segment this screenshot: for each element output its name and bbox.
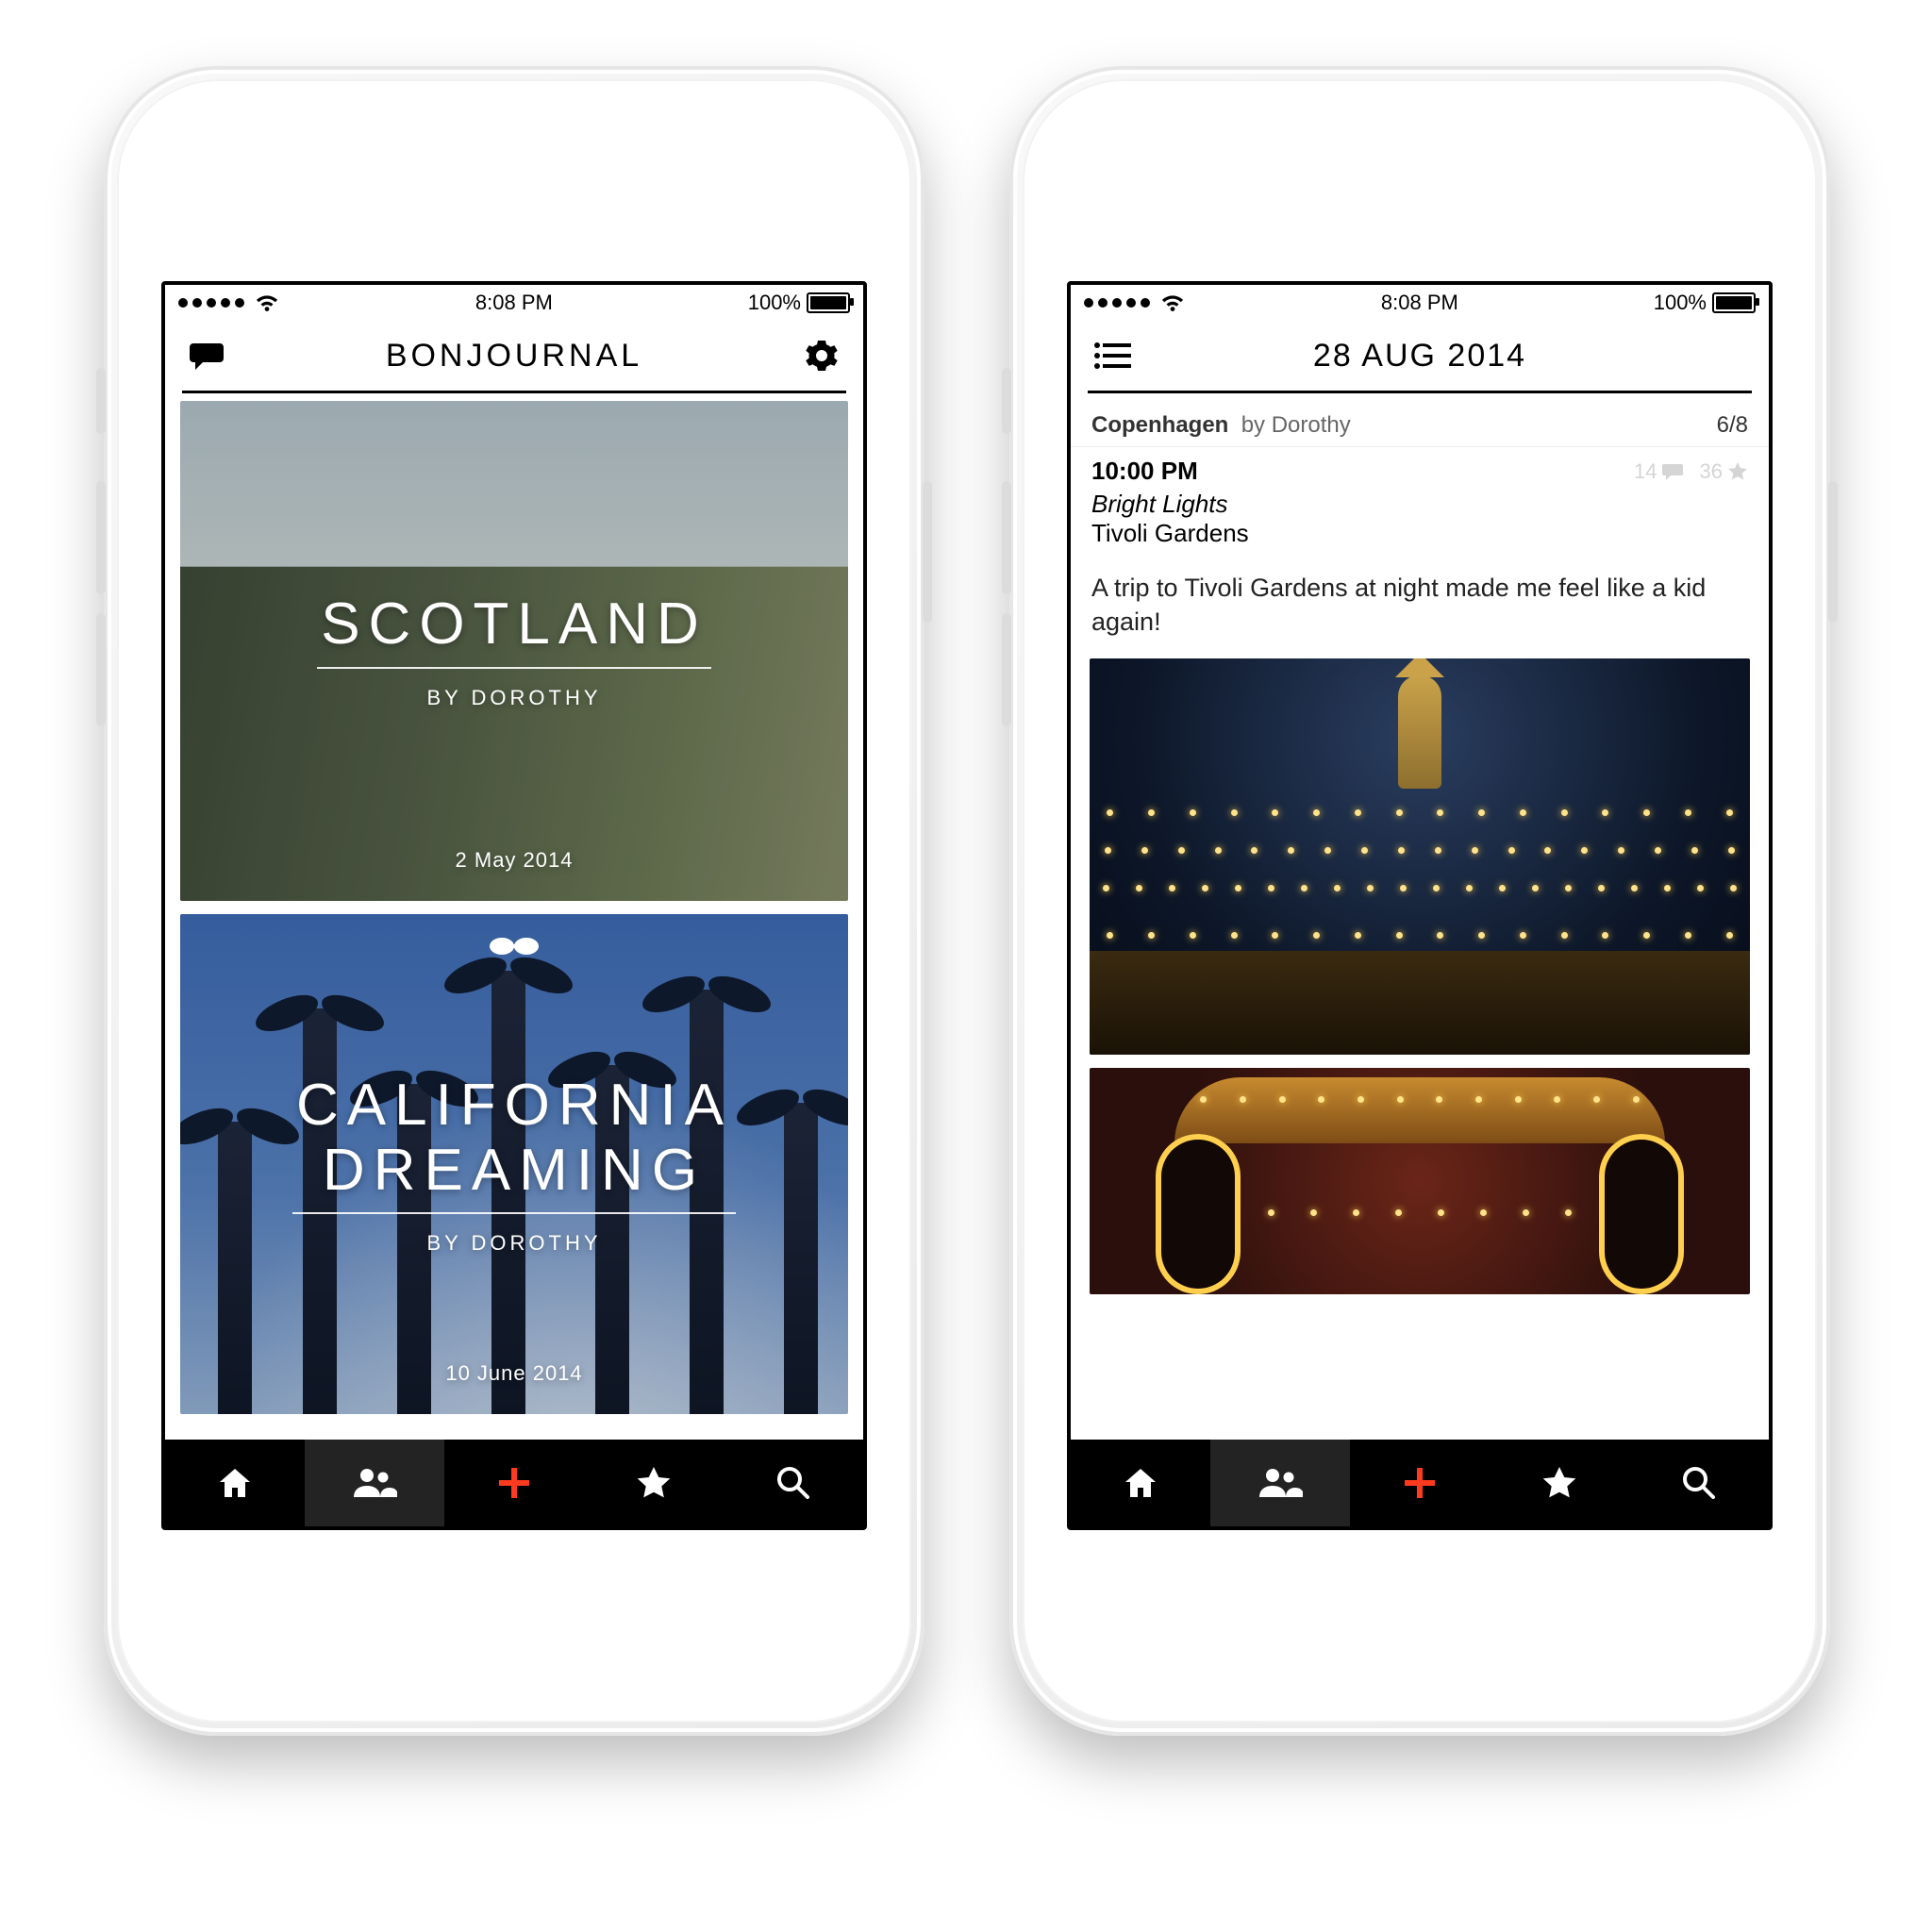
tab-home[interactable] (1071, 1440, 1210, 1526)
chat-icon[interactable] (186, 335, 227, 376)
screen-detail: 8:08 PM 100% 28 AUG 2014 (1067, 281, 1773, 1530)
detail-location: Copenhagen (1091, 412, 1228, 438)
battery-icon (1712, 292, 1756, 313)
tab-search[interactable] (1629, 1440, 1769, 1526)
device-camera (502, 149, 526, 174)
tab-people[interactable] (1210, 1440, 1350, 1526)
by-prefix: by (1241, 412, 1265, 438)
device-camera (1407, 149, 1432, 174)
entry-place: Tivoli Gardens (1091, 519, 1748, 548)
detail-author: Dorothy (1272, 412, 1351, 438)
device-speaker (443, 217, 585, 230)
device-speaker (1349, 217, 1491, 230)
tab-star[interactable] (584, 1440, 724, 1526)
journal-card[interactable]: SCOTLAND BY DOROTHY 2 May 2014 (180, 401, 848, 901)
detail-date-title: 28 AUG 2014 (1133, 338, 1707, 375)
entry-body: A trip to Tivoli Gardens at night made m… (1091, 571, 1748, 640)
status-bar: 8:08 PM 100% (1071, 285, 1769, 321)
home-button[interactable] (1358, 1549, 1481, 1672)
tab-bar (1071, 1440, 1769, 1526)
tab-home[interactable] (165, 1440, 305, 1526)
nav-bar: BONJOURNAL (165, 321, 863, 391)
status-time: 8:08 PM (475, 291, 553, 315)
comment-icon (1662, 462, 1683, 481)
signal-dots-icon (178, 298, 244, 308)
wifi-icon (1159, 292, 1186, 313)
device-frame-right: 8:08 PM 100% 28 AUG 2014 (1009, 66, 1830, 1736)
list-menu-icon[interactable] (1091, 335, 1133, 376)
entry-photo[interactable] (1090, 658, 1750, 1055)
device-frame-left: 8:08 PM 100% BONJOURNAL (104, 66, 924, 1736)
nav-bar: 28 AUG 2014 (1071, 321, 1769, 391)
nav-divider (182, 391, 846, 393)
battery-label: 100% (748, 291, 801, 315)
app-title: BONJOURNAL (227, 338, 801, 375)
status-bar: 8:08 PM 100% (165, 285, 863, 321)
card-byline: BY DOROTHY (426, 1231, 601, 1256)
settings-gear-icon[interactable] (801, 335, 842, 376)
home-button[interactable] (453, 1549, 575, 1672)
signal-dots-icon (1084, 298, 1150, 308)
journal-entry: 10:00 PM 14 36 (1071, 447, 1769, 640)
tab-add[interactable] (444, 1440, 584, 1526)
entry-title: Bright Lights (1091, 490, 1748, 519)
tab-star[interactable] (1490, 1440, 1629, 1526)
card-date: 2 May 2014 (180, 848, 848, 873)
entry-photo[interactable] (1090, 1068, 1750, 1294)
entry-time: 10:00 PM (1091, 457, 1198, 486)
card-title: SCOTLAND (317, 591, 711, 668)
card-title: CALIFORNIA DREAMING (292, 1073, 736, 1215)
tab-people[interactable] (305, 1440, 444, 1526)
tab-search[interactable] (724, 1440, 863, 1526)
card-byline: BY DOROTHY (426, 686, 601, 710)
screen-home: 8:08 PM 100% BONJOURNAL (161, 281, 867, 1530)
battery-icon (807, 292, 850, 313)
wifi-icon (254, 292, 280, 313)
detail-subheader: Copenhagen by Dorothy 6/8 (1071, 401, 1769, 447)
nav-divider (1088, 391, 1752, 393)
tab-bar (165, 1440, 863, 1526)
battery-label: 100% (1654, 291, 1707, 315)
star-icon (1727, 461, 1748, 482)
nav-spacer (1707, 335, 1748, 376)
page-indicator: 6/8 (1717, 412, 1748, 439)
card-date: 10 June 2014 (180, 1361, 848, 1386)
journal-card[interactable]: CALIFORNIA DREAMING BY DOROTHY 10 June 2… (180, 914, 848, 1414)
comment-count[interactable]: 14 (1634, 459, 1682, 484)
status-time: 8:08 PM (1381, 291, 1458, 315)
sunglasses-icon (488, 935, 541, 958)
tab-add[interactable] (1350, 1440, 1490, 1526)
star-count[interactable]: 36 (1700, 459, 1748, 484)
